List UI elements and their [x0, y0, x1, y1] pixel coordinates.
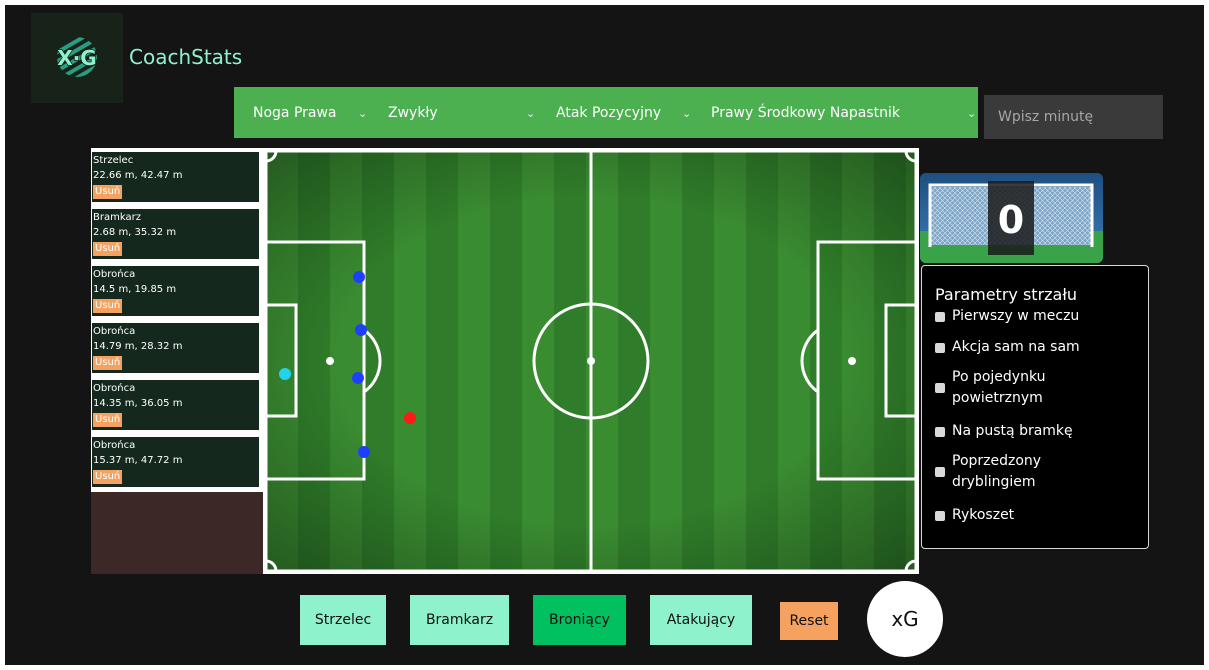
player-coords: 14.79 m, 28.32 m [93, 341, 183, 352]
shooter-marker[interactable] [404, 412, 416, 424]
player-role: Bramkarz [93, 212, 141, 223]
param-deflection[interactable]: Rykoszet [935, 505, 1122, 526]
checkbox[interactable] [935, 467, 945, 477]
chevron-down-icon[interactable]: ⌄ [967, 107, 976, 121]
param-after-dribble[interactable]: Poprzedzony dryblingiem [935, 451, 1122, 493]
svg-text:X·G: X·G [57, 46, 96, 70]
football-pitch[interactable] [263, 148, 919, 574]
players-panel: Strzelec 22.66 m, 42.47 m Usuń Bramkarz … [91, 148, 263, 574]
player-role: Obrońca [93, 383, 136, 394]
pitch-drawing[interactable] [263, 148, 919, 574]
goalkeeper-marker[interactable] [279, 368, 291, 380]
player-role: Obrońca [93, 440, 136, 451]
checkbox[interactable] [935, 383, 945, 393]
checkbox[interactable] [935, 342, 945, 353]
param-first-in-match[interactable]: Pierwszy w meczu [935, 306, 1122, 327]
player-card: Strzelec 22.66 m, 42.47 m Usuń [92, 152, 259, 202]
param-empty-goal[interactable]: Na pustą bramkę [935, 421, 1122, 442]
attacker-button[interactable]: Atakujący [650, 595, 752, 645]
xg-logo-icon: X·G [57, 37, 97, 77]
chevron-down-icon[interactable]: ⌄ [682, 107, 691, 121]
defender-marker[interactable] [355, 324, 367, 336]
player-role: Strzelec [93, 155, 134, 166]
player-coords: 15.37 m, 47.72 m [93, 455, 183, 466]
filter-foot[interactable]: Noga Prawa [253, 104, 337, 122]
player-card: Obrońca 15.37 m, 47.72 m Usuń [92, 437, 259, 487]
minute-input[interactable] [984, 95, 1163, 139]
player-coords: 14.35 m, 36.05 m [93, 398, 183, 409]
checkbox[interactable] [935, 510, 945, 521]
checkbox[interactable] [935, 311, 945, 322]
calculate-xg-button[interactable]: xG [867, 581, 943, 657]
player-role: Obrońca [93, 269, 136, 280]
param-label: Po pojedynku powietrznym [952, 369, 1046, 406]
app-title: CoachStats [129, 45, 243, 69]
app-frame: X·G CoachStats Noga Prawa ⌄ Zwykły ⌄ Ata… [5, 5, 1204, 665]
player-card: Obrońca 14.79 m, 28.32 m Usuń [92, 323, 259, 373]
remove-player-button[interactable]: Usuń [93, 356, 123, 370]
player-card: Obrońca 14.5 m, 19.85 m Usuń [92, 266, 259, 316]
remove-player-button[interactable]: Usuń [93, 413, 123, 427]
param-label: Poprzedzony dryblingiem [952, 453, 1042, 490]
shooter-button[interactable]: Strzelec [300, 595, 386, 645]
defender-marker[interactable] [353, 271, 365, 283]
goal-score-card: 0 [920, 173, 1103, 263]
param-label: Akcja sam na sam [952, 339, 1080, 355]
remove-player-button[interactable]: Usuń [93, 299, 123, 313]
chevron-down-icon[interactable]: ⌄ [526, 107, 535, 121]
shot-params-panel: Parametry strzału Pierwszy w meczu Akcja… [921, 265, 1149, 549]
chevron-down-icon[interactable]: ⌄ [358, 107, 367, 121]
filter-shot-type[interactable]: Zwykły [388, 104, 438, 122]
remove-player-button[interactable]: Usuń [93, 470, 123, 484]
filter-phase[interactable]: Atak Pozycyjny [556, 104, 661, 122]
shot-params-title: Parametry strzału [935, 285, 1078, 304]
param-after-aerial-duel[interactable]: Po pojedynku powietrznym [935, 367, 1122, 409]
param-label: Rykoszet [952, 507, 1015, 523]
param-label: Pierwszy w meczu [952, 308, 1080, 324]
filter-position[interactable]: Prawy Środkowy Napastnik [711, 104, 900, 122]
filter-bar: Noga Prawa ⌄ Zwykły ⌄ Atak Pozycyjny ⌄ P… [234, 87, 978, 138]
goal-score: 0 [998, 198, 1024, 242]
goal-net-icon: 0 [920, 173, 1103, 263]
remove-player-button[interactable]: Usuń [93, 242, 123, 256]
player-coords: 2.68 m, 35.32 m [93, 227, 177, 238]
players-list: Strzelec 22.66 m, 42.47 m Usuń Bramkarz … [91, 148, 263, 492]
defender-marker[interactable] [358, 446, 370, 458]
checkbox[interactable] [935, 426, 945, 437]
param-label: Na pustą bramkę [952, 423, 1073, 439]
defender-marker[interactable] [352, 372, 364, 384]
player-coords: 14.5 m, 19.85 m [93, 284, 177, 295]
remove-player-button[interactable]: Usuń [93, 185, 123, 199]
player-coords: 22.66 m, 42.47 m [93, 170, 183, 181]
defender-button[interactable]: Broniący [533, 595, 626, 645]
reset-button[interactable]: Reset [780, 602, 838, 640]
player-role: Obrońca [93, 326, 136, 337]
param-one-on-one[interactable]: Akcja sam na sam [935, 337, 1122, 358]
player-card: Bramkarz 2.68 m, 35.32 m Usuń [92, 209, 259, 259]
goalkeeper-button[interactable]: Bramkarz [410, 595, 509, 645]
logo: X·G [31, 13, 123, 103]
player-card: Obrońca 14.35 m, 36.05 m Usuń [92, 380, 259, 430]
